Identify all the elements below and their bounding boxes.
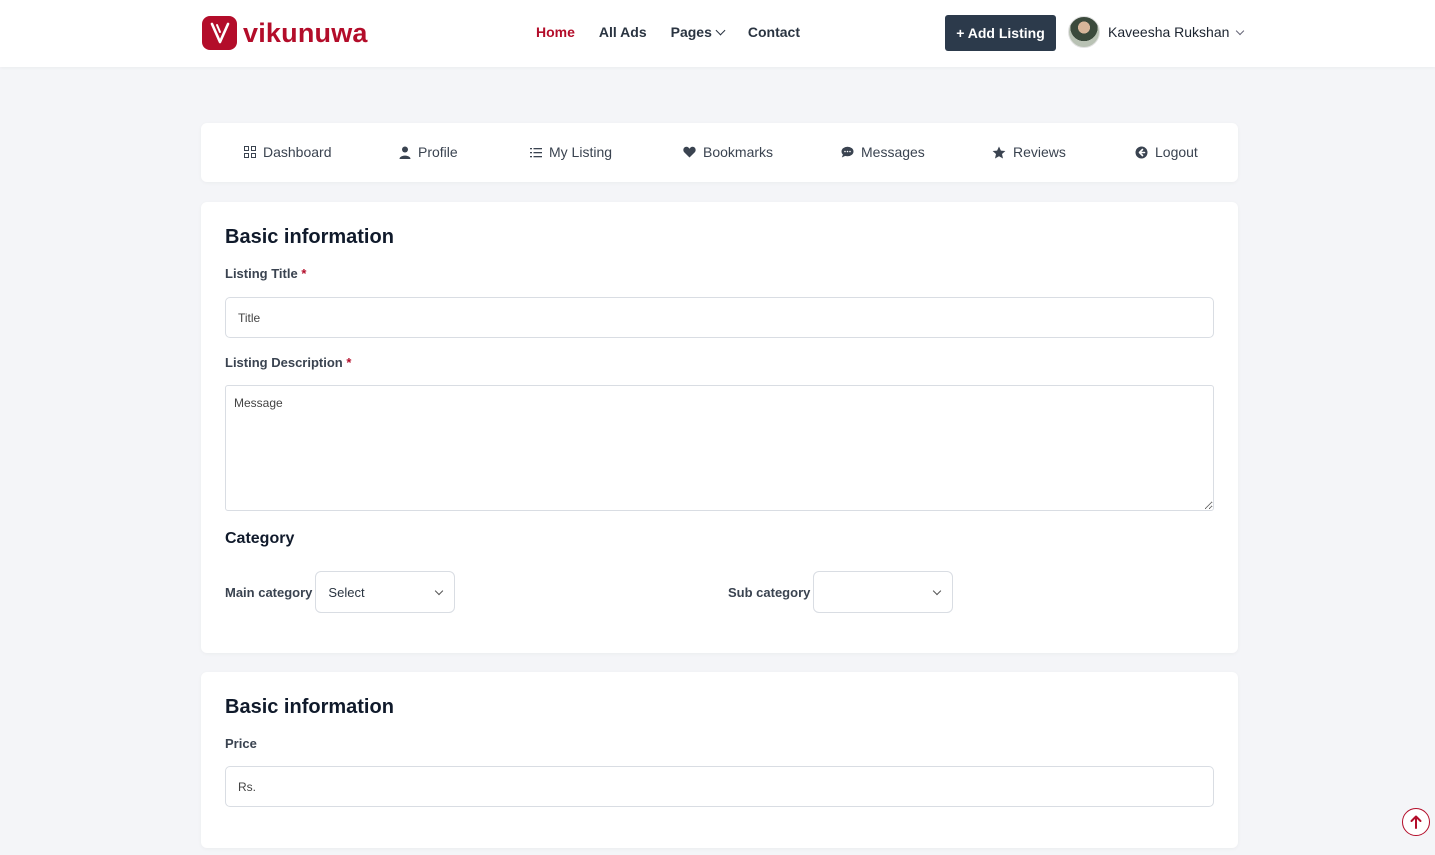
grid-icon [244, 146, 256, 158]
chevron-down-icon [715, 25, 726, 35]
tab-profile-label: Profile [418, 144, 458, 160]
main-category-value: Select [328, 584, 365, 600]
tab-bookmarks-label: Bookmarks [703, 144, 774, 160]
basic-info-card: Basic information Listing Title * Listin… [201, 202, 1238, 653]
dashboard-tabs: Dashboard Profile My Listing Bookmarks M… [201, 123, 1238, 182]
section-title: Basic information [225, 226, 394, 248]
tab-reviews[interactable]: Reviews [992, 144, 1066, 160]
tab-messages[interactable]: Messages [841, 144, 925, 160]
main-category-select[interactable]: Select [315, 571, 456, 613]
star-icon [992, 146, 1006, 158]
tab-dashboard[interactable]: Dashboard [244, 144, 332, 160]
nav-pages[interactable]: Pages [670, 24, 726, 40]
listing-title-input[interactable] [225, 297, 1214, 338]
logo-mark-icon [202, 16, 237, 50]
tab-messages-label: Messages [861, 144, 925, 160]
tab-dashboard-label: Dashboard [263, 144, 332, 160]
chevron-down-icon [435, 586, 444, 595]
arrow-up-icon [1410, 815, 1422, 829]
tab-my-listing-label: My Listing [549, 144, 613, 160]
add-listing-button[interactable]: + Add Listing [945, 15, 1056, 51]
tab-profile[interactable]: Profile [399, 144, 458, 160]
chat-icon [841, 146, 854, 158]
sub-category-select[interactable] [813, 571, 954, 613]
tab-reviews-label: Reviews [1013, 144, 1066, 160]
nav-home[interactable]: Home [536, 24, 575, 40]
listing-title-label: Listing Title * [225, 266, 306, 281]
tab-bookmarks[interactable]: Bookmarks [683, 144, 773, 160]
pricing-card: Basic information Price [201, 672, 1238, 848]
listing-description-label: Listing Description * [225, 355, 351, 370]
user-icon [399, 146, 411, 159]
sub-category-label: Sub category [728, 584, 811, 600]
listing-title-label-text: Listing Title [225, 266, 298, 281]
top-header: vikunuwa Home All Ads Pages Contact + Ad… [0, 0, 1435, 67]
tab-logout-label: Logout [1155, 144, 1198, 160]
heart-icon [683, 146, 696, 158]
avatar [1068, 16, 1100, 48]
tab-logout[interactable]: Logout [1135, 144, 1198, 160]
nav-pages-label: Pages [670, 24, 712, 40]
main-category-label: Main category [225, 584, 313, 600]
scroll-to-top-button[interactable] [1402, 808, 1430, 836]
required-mark: * [346, 355, 352, 370]
logout-icon [1135, 146, 1148, 158]
list-icon [530, 147, 542, 157]
listing-description-label-text: Listing Description [225, 355, 343, 370]
price-label: Price [225, 736, 257, 751]
main-nav: Home All Ads Pages Contact [536, 24, 824, 40]
logo-text: vikunuwa [243, 18, 368, 48]
main-category-group: Main category Select [225, 571, 456, 613]
required-mark: * [301, 266, 307, 281]
section-title: Basic information [225, 696, 394, 718]
category-title: Category [225, 530, 295, 547]
chevron-down-icon [1236, 26, 1245, 35]
price-input[interactable] [225, 766, 1214, 807]
nav-all-ads[interactable]: All Ads [599, 24, 647, 40]
listing-description-textarea[interactable] [225, 385, 1214, 511]
user-menu[interactable]: Kaveesha Rukshan [1068, 16, 1245, 48]
tab-my-listing[interactable]: My Listing [530, 144, 612, 160]
sub-category-group: Sub category [728, 571, 954, 613]
user-name: Kaveesha Rukshan [1108, 24, 1230, 40]
chevron-down-icon [933, 586, 942, 595]
nav-contact[interactable]: Contact [748, 24, 800, 40]
logo[interactable]: vikunuwa [202, 16, 368, 50]
